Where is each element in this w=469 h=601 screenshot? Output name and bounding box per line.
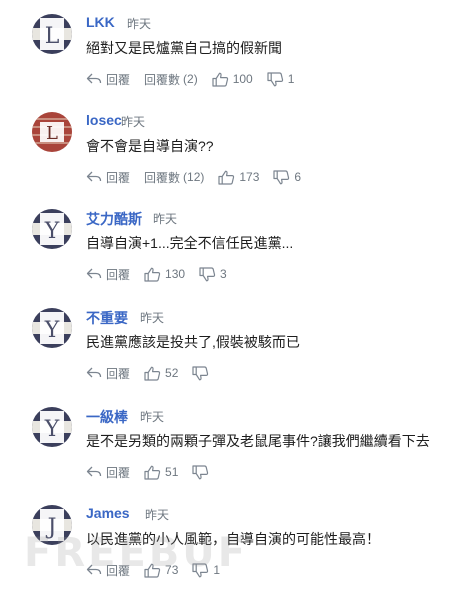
thumbs-up-icon [144, 366, 161, 381]
comment-actions: 回覆 回覆數 (2) 100 1 [86, 68, 294, 90]
reply-count: (12) [183, 170, 205, 184]
comment-actions: 回覆 52 [86, 362, 213, 384]
comment-item: Llosec 昨天會不會是自導自演?? 回覆 回覆數 (12) 173 6 [0, 110, 469, 208]
username[interactable]: 不重要 [86, 308, 128, 328]
dislike-button[interactable]: 6 [273, 169, 302, 185]
username[interactable]: LKK [86, 14, 115, 30]
comment-text: 民進黨應該是投共了,假裝被駭而已 [86, 334, 300, 350]
reply-button[interactable]: 回覆 [86, 464, 130, 481]
avatar[interactable]: Y [32, 308, 72, 348]
reply-icon [86, 367, 102, 378]
username[interactable]: 一級棒 [86, 407, 128, 427]
comment-text: 是不是另類的兩顆子彈及老鼠尾事件?讓我們繼續看下去 [86, 433, 430, 449]
reply-button[interactable]: 回覆 [86, 266, 130, 283]
avatar[interactable]: Y [32, 209, 72, 249]
timestamp: 昨天 [140, 311, 165, 325]
comment-item: Y 不重要 昨天民進黨應該是投共了,假裝被駭而已回覆 52 [0, 306, 469, 404]
like-button[interactable]: 130 [144, 267, 185, 282]
avatar[interactable]: L [32, 112, 72, 152]
like-count: 52 [165, 366, 179, 380]
reply-icon [86, 466, 102, 477]
dislike-button[interactable]: 1 [267, 71, 295, 87]
reply-count: (2) [183, 72, 198, 86]
comment-text: 自導自演+1...完全不信任民進黨... [86, 235, 294, 251]
avatar[interactable]: L [32, 14, 72, 54]
dislike-button[interactable] [192, 464, 213, 480]
like-button[interactable]: 51 [144, 465, 178, 480]
dislike-count: 6 [294, 170, 302, 184]
avatar-letter: Y [44, 318, 60, 343]
thumbs-down-icon [267, 71, 283, 86]
avatar-letter: Y [44, 417, 60, 442]
dislike-count: 3 [220, 267, 227, 281]
dislike-count: 1 [287, 72, 295, 86]
thumbs-down-icon [273, 169, 290, 184]
comment-text: 會不會是自導自演?? [86, 138, 214, 154]
thumbs-down-icon [192, 464, 209, 479]
reply-button[interactable]: 回覆 [86, 169, 130, 186]
reply-count-button[interactable]: 回覆數 (2) [144, 71, 198, 88]
like-count: 51 [165, 465, 179, 479]
like-count: 130 [165, 267, 186, 281]
avatar[interactable]: Y [32, 407, 72, 447]
dislike-button[interactable] [192, 365, 213, 381]
thumbs-down-icon [199, 266, 216, 281]
comment-text: 絕對又是民爐黨自己搞的假新聞 [86, 40, 282, 56]
username[interactable]: James [86, 505, 130, 521]
reply-label: 回覆 [106, 267, 131, 282]
like-button[interactable]: 100 [212, 72, 253, 87]
reply-icon [86, 73, 102, 84]
dislike-button[interactable]: 3 [199, 266, 227, 282]
thumbs-up-icon [218, 170, 235, 185]
timestamp: 昨天 [121, 115, 146, 129]
reply-label: 回覆 [106, 170, 131, 185]
thumbs-up-icon [144, 465, 161, 480]
username[interactable]: losec [86, 112, 122, 128]
like-count: 173 [239, 170, 260, 184]
reply-button[interactable]: 回覆 [86, 365, 130, 382]
avatar-letter: L [45, 24, 60, 49]
replies-label: 回覆數 [144, 170, 181, 185]
replies-label: 回覆數 [144, 72, 181, 87]
comment-actions: 回覆 回覆數 (12) 173 6 [86, 166, 301, 188]
avatar-letter: Y [44, 219, 60, 244]
username[interactable]: 艾力酷斯 [86, 209, 142, 229]
reply-count-button[interactable]: 回覆數 (12) [144, 169, 204, 186]
reply-label: 回覆 [106, 366, 131, 381]
comment-actions: 回覆 130 3 [86, 263, 227, 285]
watermark: FREEBUF [24, 530, 249, 576]
thumbs-up-icon [144, 267, 161, 282]
reply-icon [86, 268, 102, 279]
timestamp: 昨天 [140, 410, 165, 424]
like-count: 100 [232, 72, 253, 86]
thumbs-up-icon [212, 72, 228, 87]
timestamp: 昨天 [145, 508, 170, 522]
comment-actions: 回覆 51 [86, 461, 213, 483]
comment-item: Y 一級棒 昨天是不是另類的兩顆子彈及老鼠尾事件?讓我們繼續看下去回覆 51 [0, 405, 469, 503]
reply-label: 回覆 [106, 72, 131, 87]
timestamp: 昨天 [153, 212, 178, 226]
comment-item: L LKK 昨天絕對又是民爐黨自己搞的假新聞回覆 回覆數 (2) 100 1 [0, 12, 469, 110]
reply-icon [86, 171, 102, 182]
timestamp: 昨天 [127, 17, 152, 31]
thumbs-down-icon [192, 365, 209, 380]
reply-label: 回覆 [106, 465, 131, 480]
like-button[interactable]: 52 [144, 366, 178, 381]
reply-button[interactable]: 回覆 [86, 71, 130, 88]
avatar-letter: L [46, 123, 58, 144]
comment-item: Y 艾力酷斯 昨天自導自演+1...完全不信任民進黨... 回覆 130 3 [0, 207, 469, 305]
like-button[interactable]: 173 [218, 170, 259, 185]
